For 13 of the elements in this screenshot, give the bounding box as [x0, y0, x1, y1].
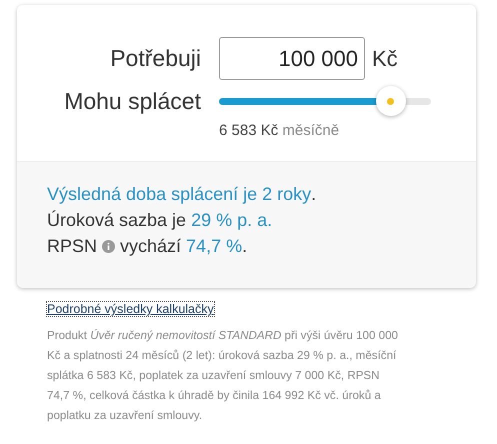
currency-label: Kč: [372, 46, 398, 72]
slider-thumb[interactable]: [376, 86, 406, 116]
details-link[interactable]: Podrobné výsledky kalkulačky: [47, 302, 214, 316]
result-text: RPSN: [47, 235, 98, 258]
monthly-payment: 6 583 Kč měsíčně: [219, 122, 340, 139]
info-icon[interactable]: [102, 240, 116, 252]
result-text: Úroková sazba je 29 % p. a.: [47, 209, 274, 232]
amount-input[interactable]: 100 000: [219, 37, 365, 80]
payment-label: Mohu splácet: [64, 88, 201, 114]
result-text: Výsledná doba splácení je 2 roky.: [47, 183, 318, 206]
disclaimer-text: Produkt Úvěr ručený nemovitostí STANDARD při výši úvěru 100 000 Kč a splatnosti 24 měsíců (2 let): úroková sazba 29 % p. a., měsíční splátka 6 583 Kč, poplatek za uzavření smlouvy 7 000 Kč, RPSN 74,7 %, celková částka k úhradě by činila 164 992 Kč vč. úroků a poplatku za uzavření smlouvy.: [47, 328, 399, 424]
amount-label: Potřebuji: [110, 45, 201, 72]
result-text: vychází 74,7 %.: [120, 235, 248, 258]
